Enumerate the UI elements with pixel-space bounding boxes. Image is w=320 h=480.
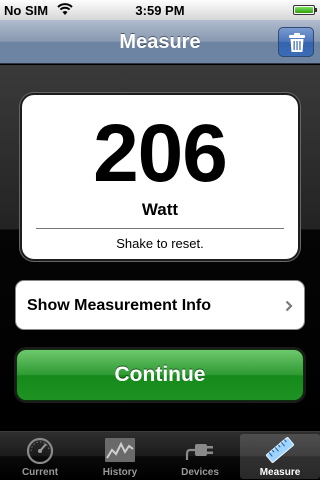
navigation-bar: Measure <box>0 20 320 64</box>
info-row-label: Show Measurement Info <box>27 297 212 314</box>
delete-button[interactable] <box>278 27 314 57</box>
status-time: 3:59 PM <box>135 3 185 18</box>
plug-icon <box>185 444 213 460</box>
tab-bar: Current History Devices Measure <box>0 431 320 480</box>
tab-measure[interactable]: Measure <box>240 434 320 479</box>
ruler-icon <box>265 437 295 463</box>
reset-hint: Shake to reset. <box>116 236 204 251</box>
graph-icon <box>105 438 135 462</box>
continue-button-label: Continue <box>114 363 206 386</box>
card-divider <box>36 228 284 229</box>
page-title: Measure <box>119 31 201 53</box>
gauge-icon <box>26 437 54 464</box>
tab-history-label: History <box>102 467 138 478</box>
tab-history[interactable]: History <box>80 432 160 480</box>
trash-icon <box>289 33 305 52</box>
tab-devices-label: Devices <box>181 467 219 478</box>
tab-measure-label: Measure <box>259 467 301 478</box>
continue-button[interactable]: Continue <box>16 349 304 401</box>
measurement-unit: Watt <box>141 200 179 219</box>
chevron-right-icon <box>285 300 293 312</box>
tab-current[interactable]: Current <box>0 432 80 480</box>
measurement-card: 206 Watt Shake to reset. <box>20 93 300 261</box>
tab-current-label: Current <box>21 467 59 478</box>
show-measurement-info-row[interactable]: Show Measurement Info <box>15 280 305 330</box>
main-content: 206 Watt Shake to reset. Show Measuremen… <box>0 65 320 431</box>
tab-devices[interactable]: Devices <box>160 432 240 480</box>
status-bar: No SIM 3:59 PM <box>0 0 320 20</box>
battery-icon <box>293 5 317 15</box>
measurement-value: 206 <box>93 108 228 199</box>
